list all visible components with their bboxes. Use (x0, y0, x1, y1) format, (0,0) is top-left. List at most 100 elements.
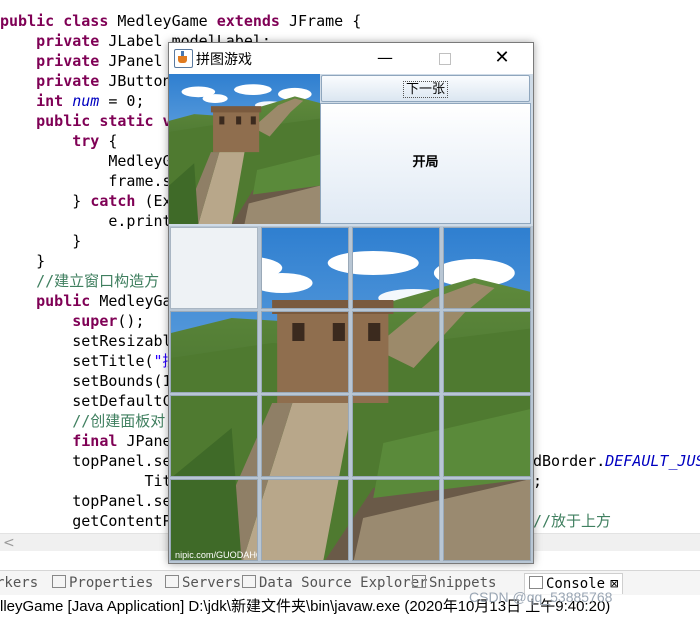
view-icon (529, 576, 543, 589)
puzzle-tile[interactable] (443, 479, 531, 561)
view-icon (412, 575, 426, 588)
code-line: Tit (0, 471, 172, 491)
close-icon: ✕ (494, 47, 510, 68)
code-line: public class MedleyGame extends JFrame { (0, 11, 361, 31)
tab-servers[interactable]: Servers (165, 573, 241, 593)
code-token: super (72, 312, 118, 330)
code-line: public MedleyGa (0, 291, 172, 311)
tab-label: Data Source Explorer (259, 575, 428, 591)
puzzle-tile[interactable] (170, 311, 258, 393)
code-token: setTitle( (0, 352, 154, 370)
code-line: setTitle("拼 (0, 351, 177, 371)
code-token: catch (90, 192, 145, 210)
tile-image (262, 480, 348, 560)
code-token: setBounds(1 (0, 372, 172, 390)
puzzle-tile[interactable] (261, 227, 349, 309)
tile-image (353, 480, 439, 560)
code-token: topPanel.se (0, 492, 172, 510)
code-line: private JPanel (0, 51, 163, 71)
code-token: { (108, 132, 118, 150)
code-token: Tit (0, 472, 172, 490)
code-token: getContentP (0, 512, 172, 530)
puzzle-tile[interactable] (261, 311, 349, 393)
window-content: 下一张 开局 nipic.com/GUODAH (169, 74, 533, 563)
code-line: //创建面板对 (0, 411, 165, 431)
puzzle-tile[interactable] (352, 479, 440, 561)
code-token: topPanel.se (0, 452, 172, 470)
next-image-button[interactable]: 下一张 (321, 75, 530, 102)
puzzle-tile[interactable] (443, 395, 531, 477)
code-line: MedleyG (0, 151, 172, 171)
code-line: setResizabl (0, 331, 171, 351)
code-token: public class (0, 12, 118, 30)
code-token: JFrame { (289, 12, 362, 30)
code-token: JPane (126, 432, 172, 450)
puzzle-tile[interactable] (261, 479, 349, 561)
start-game-button[interactable]: 开局 (320, 103, 531, 224)
next-image-label: 下一张 (402, 81, 448, 98)
code-token: e.print (0, 212, 172, 230)
scroll-left-icon[interactable]: < (3, 535, 15, 551)
code-line-fragment: dBorder.DEFAULT_JUS (533, 451, 700, 471)
great-wall-thumbnail (169, 74, 320, 224)
java-cup-icon (174, 49, 193, 68)
code-token: MedleyG (0, 152, 172, 170)
tab-rkers[interactable]: rkers (0, 573, 38, 593)
image-credit: nipic.com/GUODAHONG (175, 550, 258, 560)
puzzle-tile[interactable]: nipic.com/GUODAHONG (170, 479, 258, 561)
code-token: public (36, 292, 100, 310)
tile-image (444, 480, 530, 560)
puzzle-tile[interactable] (443, 311, 531, 393)
tile-image (171, 396, 257, 476)
window-titlebar[interactable]: 拼图游戏 — ✕ (169, 43, 533, 74)
tile-image (171, 312, 257, 392)
code-token: setDefaultC (0, 392, 172, 410)
tile-image (353, 396, 439, 476)
puzzle-tile[interactable] (170, 395, 258, 477)
tile-image (444, 312, 530, 392)
tab-data-source-explorer[interactable]: Data Source Explorer (242, 573, 428, 593)
tab-properties[interactable]: Properties (52, 573, 153, 593)
code-token: JPanel (108, 52, 163, 70)
close-button[interactable]: ✕ (482, 47, 522, 69)
puzzle-tile[interactable] (352, 311, 440, 393)
code-token: num (72, 92, 100, 110)
code-token: (); (117, 312, 145, 330)
empty-tile[interactable] (170, 227, 258, 309)
minimize-button[interactable]: — (365, 47, 405, 69)
puzzle-tile[interactable] (352, 227, 440, 309)
code-token: DEFAULT_JUS (605, 452, 700, 470)
code-token: dBorder. (533, 452, 606, 470)
code-line: final JPane (0, 431, 172, 451)
code-line: private JButton (0, 71, 171, 91)
maximize-button[interactable] (425, 47, 465, 69)
code-token: //放于上方 (533, 512, 612, 530)
minimize-icon: — (377, 48, 393, 67)
tile-image (444, 396, 530, 476)
code-line: try { (0, 131, 117, 151)
code-token: MedleyGa (99, 292, 172, 310)
puzzle-tile[interactable] (261, 395, 349, 477)
code-line: e.print (0, 211, 172, 231)
code-line: //建立窗口构造方 (0, 271, 159, 291)
watermark: CSDN @qq_53885768 (469, 589, 613, 605)
tile-image (262, 312, 348, 392)
tab-label: Properties (69, 575, 154, 591)
code-token: private (36, 72, 109, 90)
code-token: JLabel (108, 32, 172, 50)
code-token: int (36, 92, 73, 110)
tile-image: nipic.com/GUODAHONG (171, 480, 258, 560)
puzzle-tile[interactable] (352, 395, 440, 477)
puzzle-tile[interactable] (443, 227, 531, 309)
code-token: public static v (36, 112, 172, 130)
view-icon (165, 575, 179, 588)
view-icon (242, 575, 256, 588)
code-token: try (72, 132, 109, 150)
code-line-fragment: //放于上方 (533, 511, 611, 531)
